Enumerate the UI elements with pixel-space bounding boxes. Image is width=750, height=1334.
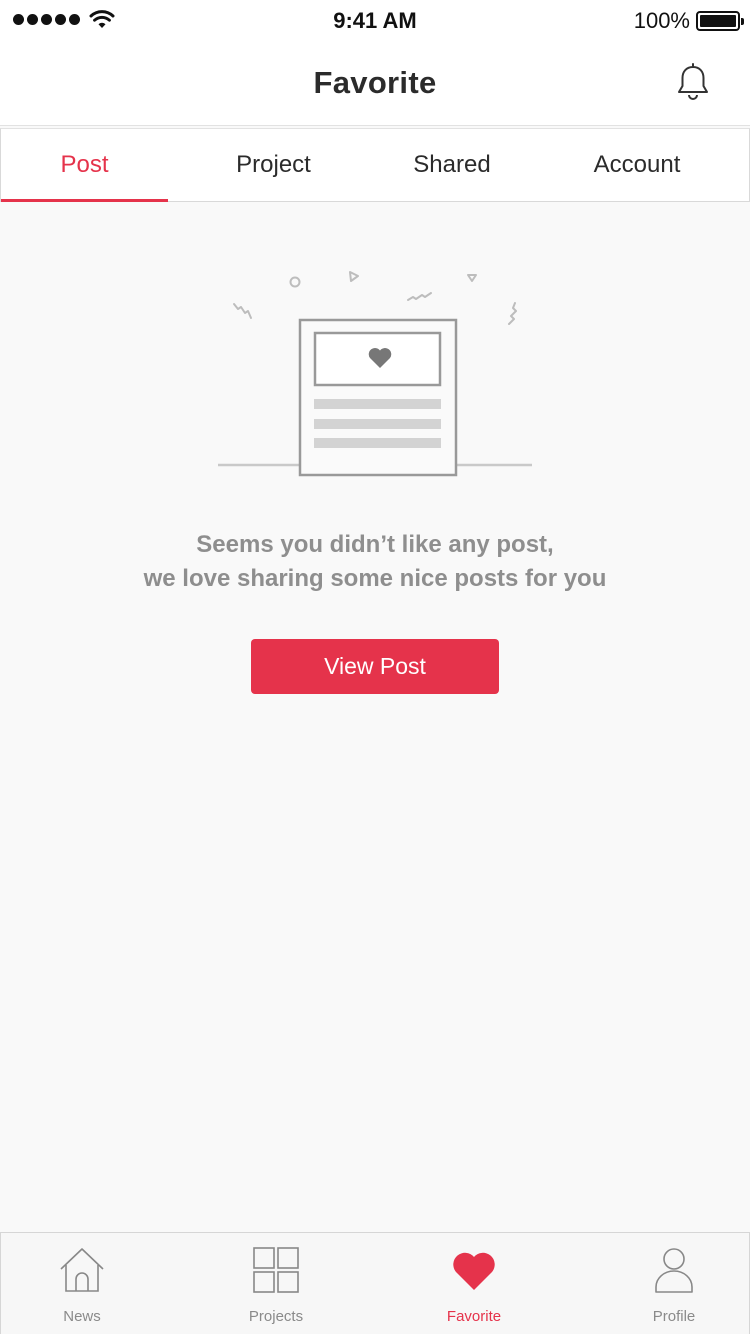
wifi-icon xyxy=(89,10,115,28)
favorite-screen: 9:41 AM 100% Favorite Post Project Share… xyxy=(0,0,750,1334)
tab-label: Account xyxy=(593,151,681,178)
cellular-signal-icon xyxy=(13,14,80,25)
user-icon xyxy=(655,1248,693,1293)
tab-label: Post xyxy=(60,151,109,178)
tab-bar-item-profile[interactable]: Profile xyxy=(614,1233,734,1333)
battery-percentage: 100% xyxy=(633,8,690,33)
page-title: Favorite xyxy=(313,64,437,100)
battery-indicator: 100% xyxy=(633,8,744,34)
tab-bar-item-favorite[interactable]: Favorite xyxy=(414,1233,534,1333)
view-post-button[interactable]: View Post xyxy=(251,639,499,694)
tab-shared[interactable]: Shared xyxy=(379,129,525,201)
grid-icon xyxy=(253,1247,299,1293)
favorite-tabs: Post Project Shared Account xyxy=(0,128,750,202)
tab-project[interactable]: Project xyxy=(168,129,379,201)
status-time: 9:41 AM xyxy=(333,8,417,33)
tab-post[interactable]: Post xyxy=(1,129,168,202)
empty-state-line-2: we love sharing some nice posts for you xyxy=(143,565,607,592)
tab-bar-label: Profile xyxy=(652,1308,696,1325)
tab-bar-item-news[interactable]: News xyxy=(22,1233,142,1333)
tab-account[interactable]: Account xyxy=(525,129,749,201)
battery-icon xyxy=(696,11,744,31)
empty-state-message: Seems you didn’t like any post, we love … xyxy=(0,528,750,596)
home-icon xyxy=(60,1248,104,1292)
empty-state-line-1: Seems you didn’t like any post, xyxy=(196,531,554,558)
bottom-tab-bar: News Projects Favorite Profile xyxy=(0,1232,750,1334)
tab-bar-label: Favorite xyxy=(446,1308,502,1325)
bell-icon[interactable] xyxy=(674,62,712,102)
tab-bar-label: News xyxy=(63,1308,101,1325)
favorite-post-illustration xyxy=(218,271,532,477)
status-bar: 9:41 AM 100% xyxy=(0,0,750,40)
tab-bar-item-projects[interactable]: Projects xyxy=(216,1233,336,1333)
navigation-bar: Favorite xyxy=(0,40,750,126)
tab-label: Shared xyxy=(413,151,491,178)
tab-label: Project xyxy=(236,151,311,178)
tab-bar-label: Projects xyxy=(248,1308,304,1325)
heart-icon xyxy=(453,1252,495,1290)
